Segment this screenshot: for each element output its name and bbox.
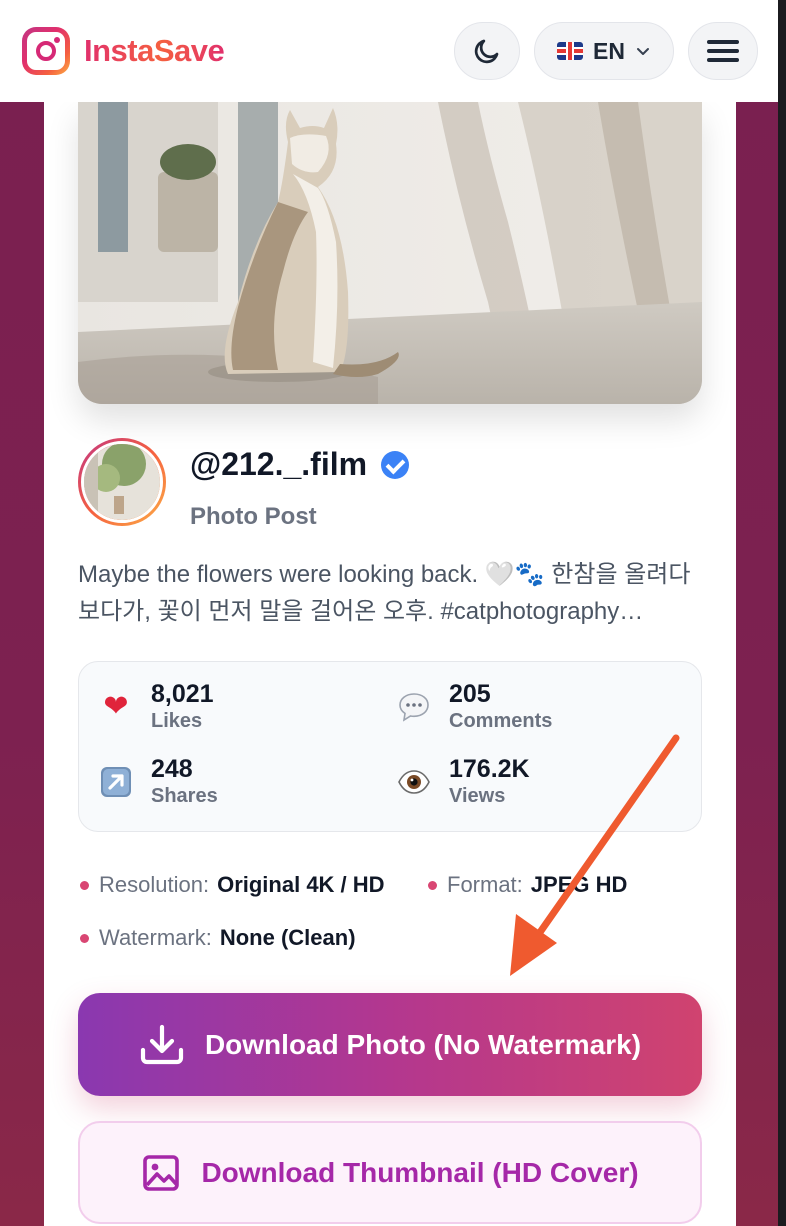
format-label: Format: <box>447 872 523 897</box>
views-label: Views <box>449 785 506 807</box>
stat-shares: 248 Shares <box>99 755 218 809</box>
resolution-label: Resolution: <box>99 872 210 897</box>
download-photo-label: Download Photo (No Watermark) <box>204 1028 642 1060</box>
post-type: Photo Post <box>190 503 317 530</box>
watermark-label: Watermark: <box>99 925 212 950</box>
eye-icon <box>397 765 431 799</box>
brand-name: InstaSave <box>84 33 225 68</box>
avatar <box>78 438 166 526</box>
comments-label: Comments <box>449 710 553 732</box>
shares-count: 248 <box>151 755 193 783</box>
meta-resolution: Resolution: Original 4K / HD <box>80 872 385 898</box>
stat-comments: 205 Comments <box>397 680 552 734</box>
likes-label: Likes <box>151 710 203 732</box>
download-thumbnail-button[interactable]: Download Thumbnail (HD Cover) <box>78 1121 702 1224</box>
likes-count: 8,021 <box>151 680 214 708</box>
watermark-value: None (Clean) <box>219 925 356 950</box>
image-icon <box>143 1154 180 1191</box>
stat-views: 176.2K Views <box>397 755 530 809</box>
meta-format: Format: JPEG HD <box>428 872 627 898</box>
language-selector[interactable]: EN <box>534 22 674 80</box>
stat-likes: ❤ 8,021 Likes <box>99 680 214 734</box>
cat-photo <box>78 102 702 404</box>
site-header: InstaSave EN <box>0 0 778 102</box>
stats-panel: ❤ 8,021 Likes 205 Comments 248 Shares 176.2… <box>78 661 702 832</box>
logo[interactable]: InstaSave <box>22 27 225 75</box>
post-caption: Maybe the flowers were looking back. 🤍🐾 … <box>78 561 691 625</box>
format-value: JPEG HD <box>530 872 628 897</box>
author-text: @212._.film Photo Post <box>190 438 410 531</box>
result-card: @212._.film Photo Post Maybe the flowers… <box>44 102 736 1226</box>
menu-button[interactable] <box>688 22 758 80</box>
views-count: 176.2K <box>449 755 530 783</box>
share-icon <box>99 765 133 799</box>
download-thumbnail-label: Download Thumbnail (HD Cover) <box>201 1156 639 1188</box>
download-photo-button[interactable]: Download Photo (No Watermark) <box>78 993 702 1096</box>
avatar-image <box>84 444 160 520</box>
instagram-logo-icon <box>22 27 70 75</box>
meta-watermark: Watermark: None (Clean) <box>80 925 356 951</box>
uk-flag-icon <box>557 42 584 60</box>
chevron-down-icon <box>636 48 649 55</box>
author-info: @212._.film Photo Post <box>78 438 410 531</box>
header-actions: EN <box>454 22 758 80</box>
theme-toggle-button[interactable] <box>454 22 520 80</box>
verified-badge-icon <box>381 450 410 479</box>
resolution-value: Original 4K / HD <box>217 872 385 897</box>
post-image <box>78 102 702 404</box>
comment-icon <box>397 690 431 724</box>
comments-count: 205 <box>449 680 491 708</box>
language-label: EN <box>593 37 625 64</box>
hamburger-icon <box>707 40 739 62</box>
heart-icon: ❤ <box>103 690 129 723</box>
moon-icon <box>474 39 499 64</box>
username[interactable]: @212._.film <box>190 446 367 483</box>
window-edge <box>778 0 786 1226</box>
shares-label: Shares <box>151 785 218 807</box>
download-icon <box>140 1024 184 1064</box>
